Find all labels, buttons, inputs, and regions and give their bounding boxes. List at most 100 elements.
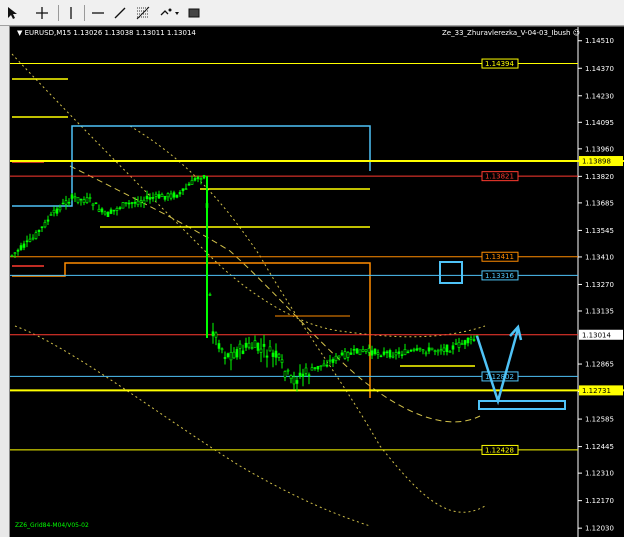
candle-body (10, 254, 14, 257)
price-tick-label: 1.12030 (585, 525, 614, 533)
dashed-envelope-lower (129, 125, 486, 513)
candle-body (421, 349, 425, 352)
candle-body (163, 195, 167, 200)
candle-body (208, 294, 212, 296)
price-tick-label: 1.13410 (585, 253, 614, 261)
candle-body (259, 348, 263, 353)
candle-body (160, 194, 164, 198)
candle-body (211, 331, 215, 337)
candle-body (304, 367, 308, 374)
candle-body (181, 188, 185, 192)
candle-body (256, 342, 260, 351)
candle-body (97, 208, 101, 212)
candle-body (61, 202, 65, 205)
rectangle-icon (188, 8, 200, 18)
candle-body (463, 340, 467, 345)
candle-body (34, 232, 38, 239)
candle-body (31, 237, 35, 240)
candle-body (409, 349, 413, 352)
candle-body (148, 197, 152, 200)
current-price-label: 1.13014 (582, 331, 611, 339)
candle-body (268, 346, 272, 352)
candle-body (22, 243, 26, 248)
candle-body (385, 351, 389, 354)
price-tick-label: 1.12445 (585, 443, 614, 451)
candle-body (265, 355, 269, 358)
candle-body (115, 208, 119, 211)
trendline-button[interactable] (112, 4, 128, 22)
candle-body (112, 209, 116, 212)
candle-body (178, 192, 182, 195)
candle-body (367, 348, 371, 353)
candle-body (412, 348, 416, 351)
candle-body (196, 176, 200, 179)
price-tick-label: 1.12310 (585, 470, 614, 478)
highlight-price-label: 1.12731 (582, 387, 611, 395)
candle-body (187, 183, 191, 186)
orange-box (12, 262, 371, 398)
candle-body (337, 355, 341, 359)
toolbar-separator (84, 5, 85, 21)
candle-body (469, 337, 473, 340)
candle-body (442, 347, 446, 352)
candle-body (127, 202, 131, 205)
chart-symbol-info: ▼ EURUSD,M15 1.13026 1.13038 1.13011 1.1… (17, 29, 196, 37)
level-label: 1.12428 (485, 446, 514, 454)
candle-body (376, 352, 380, 355)
dropdown-triangle-icon[interactable]: ▼ (17, 29, 22, 37)
price-chart[interactable]: 1.14394 1.13821 1.13411 1.13316 1.12802 1.124… (10, 26, 624, 537)
cursor-button[interactable] (4, 4, 20, 22)
drawing-toolbar (0, 0, 624, 26)
candle-body (40, 226, 44, 229)
price-tick-label: 1.12170 (585, 497, 614, 505)
price-tick-label: 1.14510 (585, 37, 614, 45)
candle-body (373, 348, 377, 355)
candle-body (25, 240, 29, 243)
candle-body (289, 375, 293, 379)
candlesticks (10, 174, 479, 392)
rectangle-button[interactable] (186, 4, 202, 22)
candle-body (133, 201, 137, 204)
candle-body (109, 209, 113, 214)
vertical-line-icon (70, 7, 72, 19)
candle-body (415, 348, 419, 351)
candle-body (400, 354, 404, 356)
candle-body (340, 352, 344, 356)
candle-body (319, 365, 323, 367)
candle-body (124, 202, 128, 204)
candle-body (190, 180, 194, 185)
candle-body (118, 207, 122, 209)
candle-body (247, 342, 251, 348)
shapes-button[interactable] (158, 4, 182, 22)
candle-body (460, 343, 464, 346)
candle-body (427, 347, 431, 352)
candle-body (202, 175, 206, 179)
candle-body (184, 188, 188, 190)
level-label: 1.13316 (485, 272, 514, 280)
symbol-line: EURUSD,M15 1.13026 1.13038 1.13011 1.130… (24, 29, 196, 37)
candle-body (433, 350, 437, 352)
vertical-line-button[interactable] (64, 4, 78, 22)
candle-body (457, 342, 461, 348)
crosshair-icon (36, 7, 48, 19)
candle-body (331, 359, 335, 363)
candle-body (382, 351, 386, 355)
left-window-edge (0, 26, 10, 537)
chart-canvas: 1.143941.138211.134111.133161.128021.124… (10, 26, 624, 537)
candle-body (235, 349, 239, 358)
candle-body (334, 355, 338, 361)
crosshair-button[interactable] (34, 4, 50, 22)
candle-body (277, 353, 281, 358)
candle-body (388, 350, 392, 358)
candle-body (406, 351, 410, 354)
candle-body (292, 376, 296, 385)
fibonacci-button[interactable] (134, 4, 152, 22)
candle-body (193, 178, 197, 181)
candle-body (346, 352, 350, 358)
candle-body (280, 359, 284, 363)
candle-body (121, 202, 125, 209)
candle-body (220, 348, 224, 351)
candle-body (439, 349, 443, 352)
candle-body (343, 351, 347, 359)
horizontal-line-button[interactable] (90, 4, 106, 22)
